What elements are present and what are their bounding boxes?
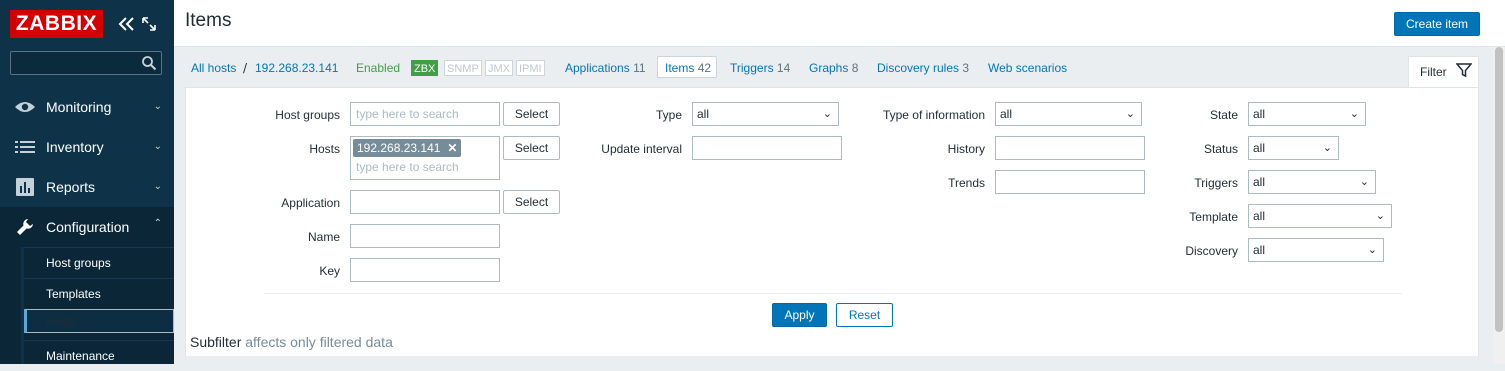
type-select[interactable]: all ⌄	[692, 102, 839, 126]
host-navigation: All hosts / 192.268.23.141 Enabled ZBX S…	[174, 47, 1505, 88]
breadcrumb-all-hosts[interactable]: All hosts	[191, 61, 236, 75]
wrench-icon	[12, 217, 38, 237]
availability-ipmi: IPMI	[516, 60, 545, 76]
filter-tab-label: Filter	[1420, 65, 1447, 79]
filter-panel: Host groups type here to search Select H…	[185, 87, 1479, 357]
search-icon[interactable]	[141, 55, 157, 71]
funnel-icon	[1456, 63, 1472, 78]
submenu-item-host-groups[interactable]: Host groups	[24, 247, 174, 277]
breadcrumb-host[interactable]: 192.268.23.141	[255, 61, 338, 75]
host-groups-input[interactable]: type here to search	[350, 102, 500, 126]
history-input[interactable]	[995, 136, 1145, 160]
nav-monitoring[interactable]: Monitoring ⌄	[0, 87, 174, 127]
nav-label: Reports	[46, 179, 96, 195]
status-select[interactable]: all ⌄	[1248, 136, 1339, 160]
host-status-enabled[interactable]: Enabled	[356, 61, 400, 75]
application-input[interactable]	[350, 190, 500, 214]
chevron-down-icon: ⌄	[1349, 108, 1359, 120]
trends-label: Trends	[948, 176, 985, 190]
host-groups-label: Host groups	[275, 108, 340, 122]
zabbix-logo[interactable]: ZABBIX	[10, 10, 103, 38]
tab-discovery-rules[interactable]: Discovery rules 3	[877, 61, 969, 75]
name-label: Name	[307, 230, 340, 244]
hosts-input-placeholder[interactable]: type here to search	[356, 160, 459, 174]
discovery-select[interactable]: all ⌄	[1248, 238, 1384, 262]
chevron-up-icon: ⌃	[153, 218, 162, 229]
reset-button[interactable]: Reset	[836, 303, 893, 327]
page-title: Items	[185, 10, 232, 31]
availability-jmx: JMX	[485, 60, 513, 76]
nav-reports[interactable]: Reports ⌄	[0, 167, 174, 207]
template-label: Template	[1189, 210, 1238, 224]
tab-triggers[interactable]: Triggers 14	[730, 61, 790, 75]
eye-icon	[12, 97, 38, 117]
kiosk-mode-icon[interactable]	[142, 17, 156, 31]
chevron-down-icon: ⌄	[1375, 210, 1385, 222]
status-label: Status	[1203, 142, 1238, 156]
page-header: Items Create item	[174, 0, 1505, 47]
apply-button[interactable]: Apply	[772, 303, 827, 327]
update-interval-label: Update interval	[601, 142, 682, 156]
availability-snmp: SNMP	[444, 60, 482, 76]
sidebar-search-input[interactable]	[10, 51, 162, 75]
remove-chip-icon[interactable]: ✕	[447, 141, 457, 155]
filter-tab[interactable]: Filter	[1408, 56, 1479, 88]
scrollbar-thumb[interactable]	[1495, 47, 1503, 332]
key-input[interactable]	[350, 258, 500, 282]
type-label: Type	[655, 108, 682, 122]
submenu-item-maintenance[interactable]: Maintenance	[24, 340, 174, 370]
update-interval-input[interactable]	[692, 136, 842, 160]
name-input[interactable]	[350, 224, 500, 248]
nav-inventory[interactable]: Inventory ⌄	[0, 127, 174, 167]
create-item-button[interactable]: Create item	[1394, 12, 1480, 36]
triggers-select[interactable]: all ⌄	[1248, 170, 1376, 194]
nav-label: Inventory	[46, 139, 104, 155]
host-groups-select-button[interactable]: Select	[503, 102, 560, 126]
application-select-button[interactable]: Select	[503, 190, 560, 214]
subfilter-divider	[186, 356, 1478, 357]
type-of-information-select[interactable]: all ⌄	[995, 102, 1142, 126]
chevron-down-icon: ⌄	[1322, 142, 1332, 154]
state-select[interactable]: all ⌄	[1248, 102, 1366, 126]
nav-label: Configuration	[46, 219, 130, 235]
subfilter-heading: Subfilter affects only filtered data	[190, 334, 393, 350]
trends-input[interactable]	[995, 170, 1145, 194]
chevron-down-icon: ⌄	[153, 181, 162, 192]
filter-divider	[264, 293, 1402, 294]
chevron-down-icon: ⌄	[822, 108, 832, 120]
breadcrumb-separator: /	[243, 61, 248, 75]
bar-chart-icon	[12, 177, 38, 197]
tab-items[interactable]: Items 42	[657, 56, 718, 78]
tab-applications[interactable]: Applications 11	[565, 61, 646, 75]
submenu-item-templates[interactable]: Templates	[24, 278, 174, 308]
chevron-down-icon: ⌄	[153, 101, 162, 112]
hosts-select-button[interactable]: Select	[503, 136, 560, 160]
chevron-down-icon: ⌄	[1125, 108, 1135, 120]
discovery-label: Discovery	[1185, 244, 1238, 258]
key-label: Key	[319, 264, 340, 278]
hosts-multiselect[interactable]: 192.268.23.141 ✕ type here to search	[350, 136, 500, 180]
list-icon	[12, 137, 38, 157]
tab-web-scenarios[interactable]: Web scenarios	[988, 61, 1067, 75]
nav-label: Monitoring	[46, 99, 112, 115]
type-of-information-label: Type of information	[882, 108, 985, 122]
sidebar: ZABBIX Monitoring ⌄ Inventory ⌄ Reports …	[0, 0, 174, 364]
chevron-down-icon: ⌄	[153, 141, 162, 152]
nav-configuration[interactable]: Configuration ⌃	[0, 207, 174, 247]
triggers-label: Triggers	[1194, 176, 1238, 190]
template-select[interactable]: all ⌄	[1248, 204, 1392, 228]
hosts-label: Hosts	[309, 142, 340, 156]
application-label: Application	[281, 196, 340, 210]
chevron-down-icon: ⌄	[1359, 176, 1369, 188]
tab-graphs[interactable]: Graphs 8	[809, 61, 858, 75]
host-chip: 192.268.23.141 ✕	[353, 139, 462, 157]
state-label: State	[1209, 108, 1238, 122]
chevron-down-icon: ⌄	[1367, 244, 1377, 256]
double-chevron-left-icon[interactable]	[117, 14, 135, 34]
availability-zbx: ZBX	[411, 60, 439, 76]
submenu-item-hosts[interactable]: Hosts	[24, 309, 174, 333]
page-scrollbar[interactable]	[1493, 47, 1505, 364]
history-label: History	[947, 142, 985, 156]
